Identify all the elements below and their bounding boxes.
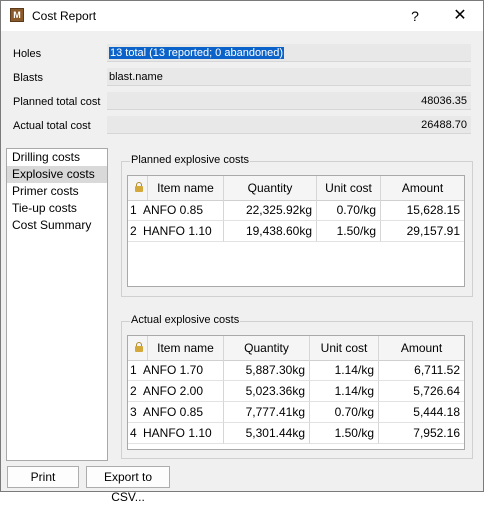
column-header-unit-cost[interactable]: Unit cost [317,176,381,200]
lock-icon [135,182,143,192]
column-header-amount[interactable]: Amount [381,176,464,200]
quantity-cell: 19,438.60kg [224,221,317,242]
planned-costs-title: Planned explosive costs [130,154,251,166]
sidebar-item-drilling-costs[interactable]: Drilling costs [7,149,107,166]
row-number: 2 [128,221,140,242]
holes-field[interactable]: 13 total (13 reported; 0 abandoned) [107,44,471,62]
table-header: Item name Quantity Unit cost Amount [128,176,464,201]
export-csv-button[interactable]: Export to CSV... [86,466,170,504]
table-row[interactable]: 2 HANFO 1.10 19,438.60kg 1.50/kg 29,157.… [128,221,464,242]
planned-costs-table[interactable]: Item name Quantity Unit cost Amount 1 AN… [127,175,465,287]
item-name-cell: ANFO 1.70 [140,360,224,381]
table-row[interactable]: 1 ANFO 1.70 5,887.30kg 1.14/kg 6,711.52 [128,360,464,381]
column-header-unit-cost[interactable]: Unit cost [310,336,379,360]
column-header-item-name[interactable]: Item name [148,336,224,360]
actual-costs-table[interactable]: Item name Quantity Unit cost Amount 1 AN… [127,335,465,450]
row-number: 3 [128,402,140,423]
sidebar-item-primer-costs[interactable]: Primer costs [7,183,107,200]
holes-label: Holes [13,48,42,60]
lock-column-header[interactable] [128,176,148,200]
item-name-cell: HANFO 1.10 [140,423,224,444]
column-header-item-name[interactable]: Item name [148,176,224,200]
amount-cell: 29,157.91 [381,221,464,242]
lock-icon [135,342,143,352]
quantity-cell: 7,777.41kg [224,402,310,423]
item-name-cell: ANFO 0.85 [140,200,224,221]
holes-value: 13 total (13 reported; 0 abandoned) [109,47,285,59]
row-number: 1 [128,200,140,221]
quantity-cell: 5,301.44kg [224,423,310,444]
sidebar-item-tie-up-costs[interactable]: Tie-up costs [7,200,107,217]
row-number: 2 [128,381,140,402]
sidebar-item-cost-summary[interactable]: Cost Summary [7,217,107,234]
table-row[interactable]: 3 ANFO 0.85 7,777.41kg 0.70/kg 5,444.18 [128,402,464,423]
item-name-cell: HANFO 1.10 [140,221,224,242]
quantity-cell: 5,887.30kg [224,360,310,381]
row-number: 1 [128,360,140,381]
close-icon[interactable]: ✕ [447,4,473,28]
amount-cell: 6,711.52 [379,360,464,381]
row-number: 4 [128,423,140,444]
table-row[interactable]: 2 ANFO 2.00 5,023.36kg 1.14/kg 5,726.64 [128,381,464,402]
actual-total-field[interactable]: 26488.70 [107,116,471,134]
cost-category-list[interactable]: Drilling costs Explosive costs Primer co… [6,148,108,461]
planned-total-field[interactable]: 48036.35 [107,92,471,110]
table-row[interactable]: 4 HANFO 1.10 5,301.44kg 1.50/kg 7,952.16 [128,423,464,444]
blasts-field[interactable]: blast.name [107,68,471,86]
actual-total-label: Actual total cost [13,120,91,132]
unit-cost-cell: 1.50/kg [310,423,379,444]
title-bar: M Cost Report ? ✕ [1,1,483,31]
blasts-label: Blasts [13,72,43,84]
quantity-cell: 22,325.92kg [224,200,317,221]
window-title: Cost Report [32,9,97,23]
amount-cell: 7,952.16 [379,423,464,444]
print-button[interactable]: Print [7,466,79,488]
table-row[interactable]: 1 ANFO 0.85 22,325.92kg 0.70/kg 15,628.1… [128,200,464,221]
amount-cell: 5,444.18 [379,402,464,423]
table-header: Item name Quantity Unit cost Amount [128,336,464,361]
unit-cost-cell: 1.50/kg [317,221,381,242]
cost-report-window: M Cost Report ? ✕ Holes 13 total (13 rep… [0,0,484,504]
item-name-cell: ANFO 2.00 [140,381,224,402]
unit-cost-cell: 1.14/kg [310,360,379,381]
planned-total-label: Planned total cost [13,96,101,108]
lock-column-header[interactable] [128,336,148,360]
column-header-quantity[interactable]: Quantity [224,176,317,200]
help-button[interactable]: ? [403,4,427,28]
sidebar-item-explosive-costs[interactable]: Explosive costs [7,166,107,183]
actual-costs-title: Actual explosive costs [130,314,241,326]
unit-cost-cell: 1.14/kg [310,381,379,402]
item-name-cell: ANFO 0.85 [140,402,224,423]
unit-cost-cell: 0.70/kg [310,402,379,423]
column-header-amount[interactable]: Amount [379,336,464,360]
column-header-quantity[interactable]: Quantity [224,336,310,360]
quantity-cell: 5,023.36kg [224,381,310,402]
amount-cell: 5,726.64 [379,381,464,402]
app-icon: M [10,8,24,22]
unit-cost-cell: 0.70/kg [317,200,381,221]
amount-cell: 15,628.15 [381,200,464,221]
